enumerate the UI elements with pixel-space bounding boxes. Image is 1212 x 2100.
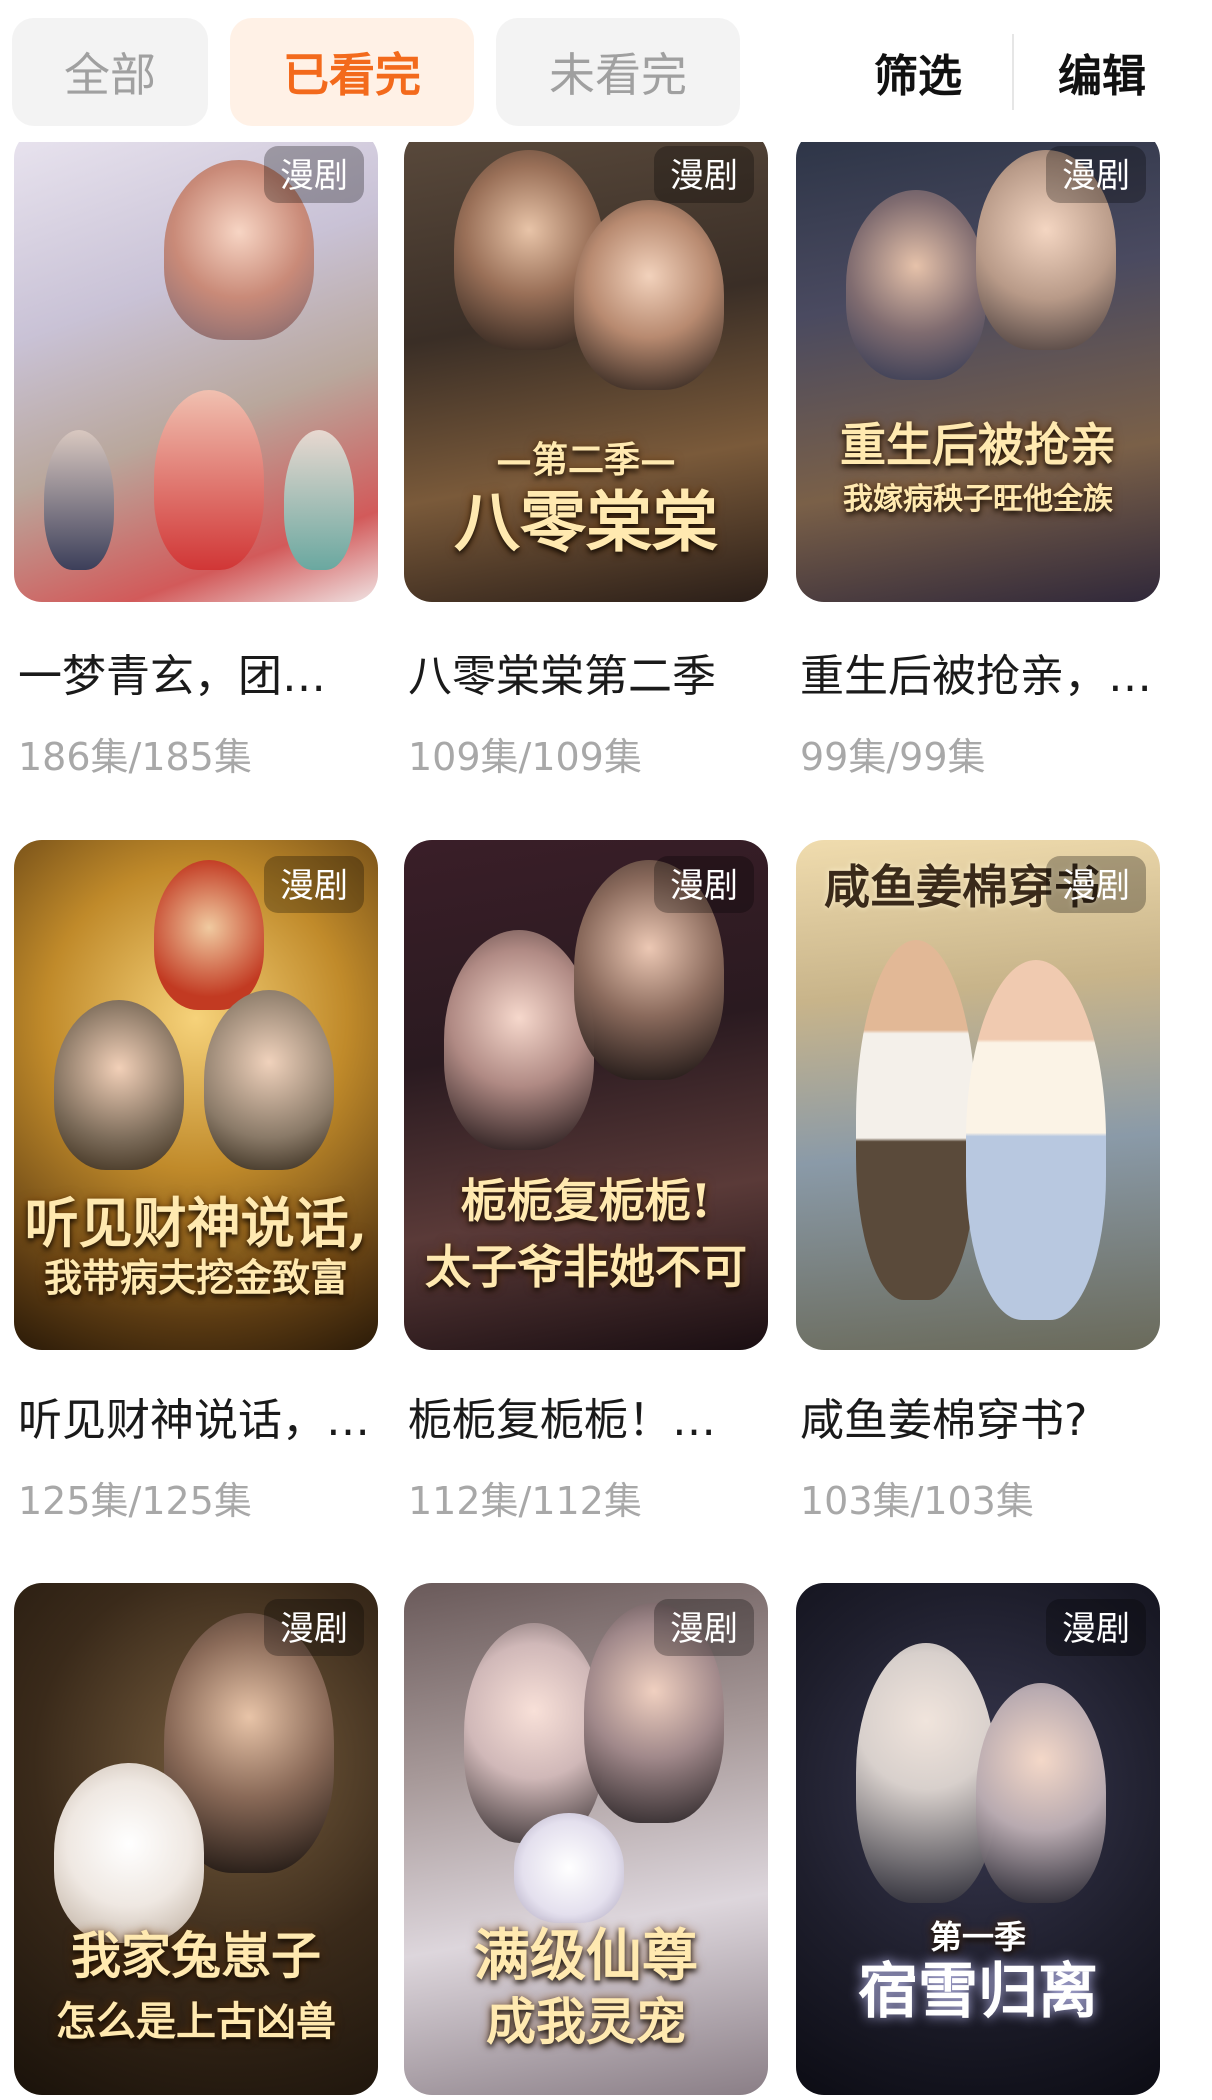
drama-title: 一梦青玄，团…	[18, 651, 326, 702]
manju-badge: 漫剧	[654, 856, 754, 913]
cover-subtitle: 怎么是上古凶兽	[56, 1998, 336, 2045]
cover-title: 重生后被抢亲	[840, 418, 1116, 472]
manju-badge: 漫剧	[1046, 1599, 1146, 1656]
drama-cover[interactable]: 听见财神说话, 我带病夫挖金致富 漫剧	[14, 840, 378, 1350]
manju-badge: 漫剧	[264, 146, 364, 203]
manju-badge: 漫剧	[264, 856, 364, 913]
filter-button[interactable]: 筛选	[874, 40, 962, 104]
drama-title: 咸鱼姜棉穿书?	[800, 1395, 1088, 1446]
manju-badge: 漫剧	[1046, 856, 1146, 913]
episode-count: 99集/99集	[800, 735, 986, 779]
drama-cover[interactable]: 漫剧	[14, 130, 378, 602]
episode-count: 103集/103集	[800, 1479, 1034, 1523]
drama-cover[interactable]: 满级仙尊 成我灵宠 漫剧	[404, 1583, 768, 2095]
cover-title: 满级仙尊	[474, 1923, 698, 1989]
drama-title: 听见财神说话，…	[18, 1395, 370, 1446]
manju-badge: 漫剧	[264, 1599, 364, 1656]
cover-title: 八零棠棠	[454, 483, 718, 561]
episode-count: 125集/125集	[18, 1479, 252, 1523]
divider	[1012, 34, 1014, 110]
cover-title: 宿雪归离	[858, 1957, 1098, 2027]
cover-subtitle: 第一季	[929, 1918, 1026, 1956]
top-bar: 全部 已看完 未看完 筛选 编辑	[0, 0, 1212, 142]
drama-cover[interactable]: 第一季 宿雪归离 漫剧	[796, 1583, 1160, 2095]
cover-subtitle: 我带病夫挖金致富	[43, 1255, 348, 1300]
drama-grid: 漫剧 一梦青玄，团… 186集/185集 —第二季— 八零棠棠 漫剧 八零棠棠第…	[0, 0, 1212, 2100]
drama-cover[interactable]: 栀栀复栀栀! 太子爷非她不可 漫剧	[404, 840, 768, 1350]
cover-subtitle: 我嫁病秧子旺他全族	[843, 482, 1113, 517]
drama-cover[interactable]: 我家兔崽子 怎么是上古凶兽 漫剧	[14, 1583, 378, 2095]
drama-cover[interactable]: 重生后被抢亲 我嫁病秧子旺他全族 漫剧	[796, 130, 1160, 602]
cover-title: 我家兔崽子	[71, 1926, 321, 1985]
drama-cover[interactable]: —第二季— 八零棠棠 漫剧	[404, 130, 768, 602]
episode-count: 109集/109集	[408, 735, 642, 779]
manju-badge: 漫剧	[1046, 146, 1146, 203]
manju-badge: 漫剧	[654, 146, 754, 203]
cover-subtitle: 太子爷非她不可	[425, 1240, 747, 1294]
tab-unwatched[interactable]: 未看完	[496, 18, 740, 126]
drama-title: 八零棠棠第二季	[408, 651, 716, 702]
manju-badge: 漫剧	[654, 1599, 754, 1656]
tab-all[interactable]: 全部	[12, 18, 208, 126]
episode-count: 186集/185集	[18, 735, 252, 779]
drama-title: 栀栀复栀栀！…	[408, 1395, 716, 1446]
cover-subtitle: 成我灵宠	[486, 1992, 686, 2051]
edit-button[interactable]: 编辑	[1058, 40, 1146, 104]
tab-watched[interactable]: 已看完	[230, 18, 474, 126]
drama-title: 重生后被抢亲，…	[800, 651, 1152, 702]
cover-title: 栀栀复栀栀!	[460, 1174, 712, 1228]
cover-title: 听见财神说话,	[24, 1191, 368, 1255]
episode-count: 112集/112集	[408, 1479, 642, 1523]
drama-cover[interactable]: 咸鱼姜棉穿书 漫剧	[796, 840, 1160, 1350]
cover-subtitle: —第二季—	[495, 439, 676, 481]
